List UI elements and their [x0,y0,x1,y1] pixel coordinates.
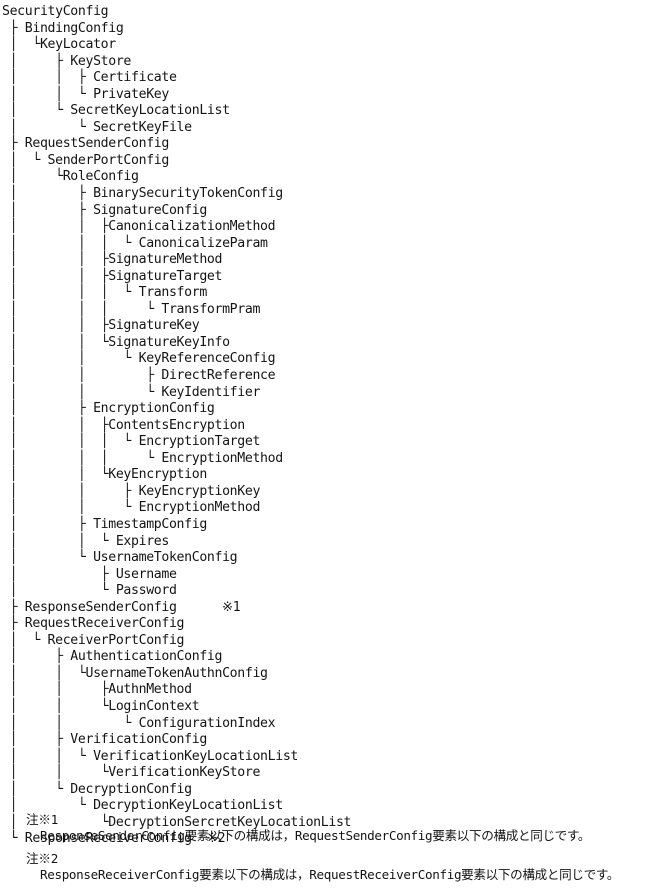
footnote-2: 注※2 ResponseReceiverConfig要素以下の構成は，Reque… [26,851,653,884]
footnote-1: 注※1 ResponseSenderConfig要素以下の構成は，Request… [26,812,653,845]
footnote-2-label: 注※2 [26,850,59,866]
config-element-tree: SecurityConfig ├ BindingConfig │ └KeyLoc… [2,4,352,847]
footnote-1-text: ResponseSenderConfig要素以下の構成は，RequestSend… [40,828,591,844]
footnotes: 注※1 ResponseSenderConfig要素以下の構成は，Request… [0,812,653,890]
footnote-1-label: 注※1 [26,812,59,827]
tree-diagram: SecurityConfig ├ BindingConfig │ └KeyLoc… [0,0,653,848]
footnote-2-text: ResponseReceiverConfig要素以下の構成は，RequestRe… [40,867,620,883]
